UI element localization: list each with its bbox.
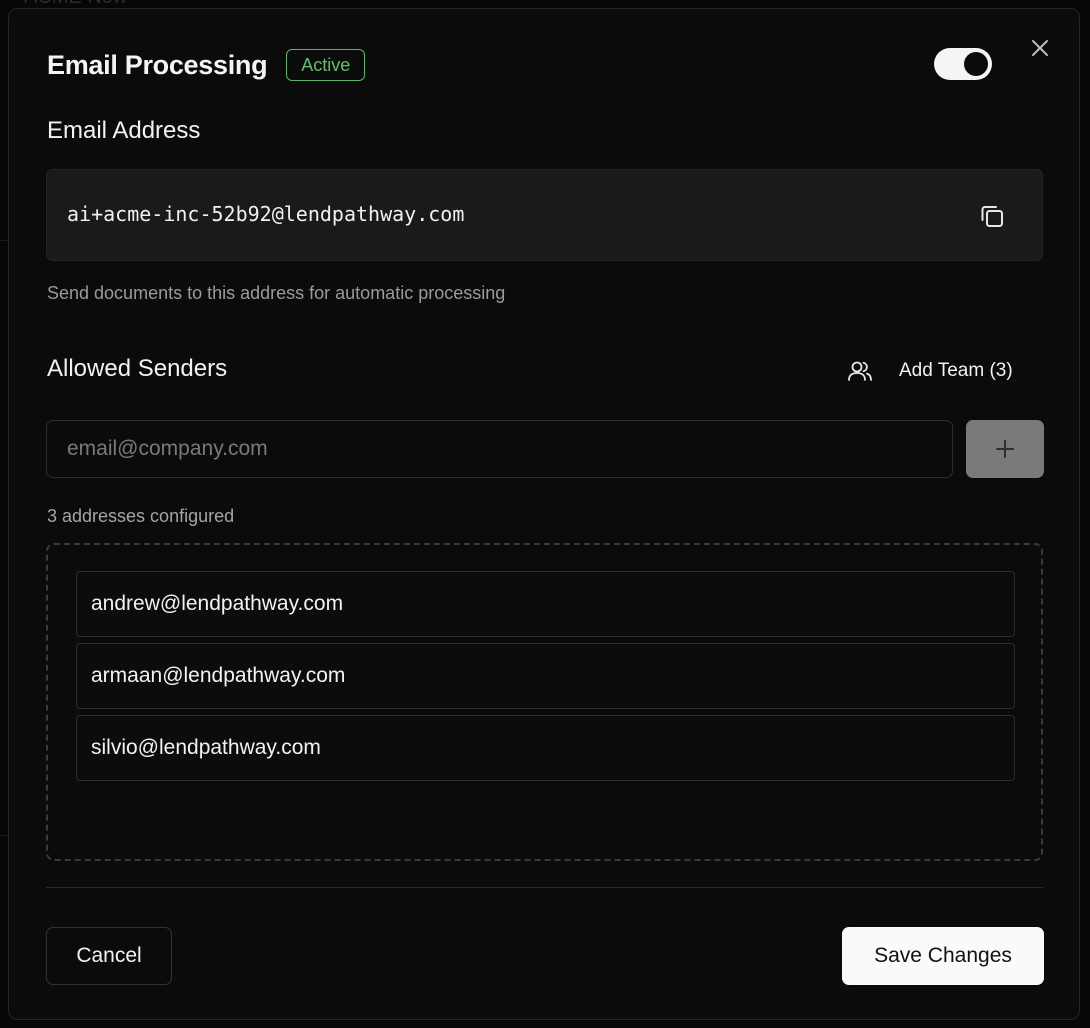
email-address-box: ai+acme-inc-52b92@lendpathway.com <box>46 169 1043 261</box>
sender-item[interactable]: armaan@lendpathway.com <box>76 643 1015 709</box>
close-button[interactable] <box>1027 35 1053 61</box>
add-team-label: Add Team (3) <box>899 360 1013 381</box>
modal-header: Email Processing Active <box>47 49 366 81</box>
sender-item[interactable]: andrew@lendpathway.com <box>76 571 1015 637</box>
add-team-button[interactable]: Add Team (3) <box>847 355 1013 387</box>
background-divider <box>0 835 8 836</box>
email-processing-modal: Email Processing Active Email Address ai… <box>8 8 1080 1020</box>
cancel-button[interactable]: Cancel <box>46 927 172 985</box>
footer-divider <box>46 887 1043 888</box>
background-divider <box>0 240 8 241</box>
allowed-senders-label: Allowed Senders <box>47 355 228 382</box>
status-badge: Active <box>286 49 366 81</box>
toggle-knob <box>964 52 988 76</box>
copy-icon <box>981 206 1003 227</box>
close-icon <box>1032 40 1048 56</box>
plus-icon <box>996 440 1014 458</box>
email-address-label: Email Address <box>47 117 201 144</box>
allowed-senders-list: andrew@lendpathway.com armaan@lendpathwa… <box>46 543 1043 861</box>
add-sender-button[interactable] <box>966 420 1044 478</box>
email-address-value: ai+acme-inc-52b92@lendpathway.com <box>67 202 465 226</box>
email-helper-text: Send documents to this address for autom… <box>47 283 506 303</box>
modal-title: Email Processing <box>47 49 268 80</box>
sender-item[interactable]: silvio@lendpathway.com <box>76 715 1015 781</box>
sender-email-input[interactable] <box>46 420 953 478</box>
save-changes-button[interactable]: Save Changes <box>842 927 1044 985</box>
addresses-count: 3 addresses configured <box>47 506 235 526</box>
copy-button[interactable] <box>978 202 1006 230</box>
email-processing-toggle[interactable] <box>934 48 992 80</box>
users-icon <box>848 361 872 381</box>
